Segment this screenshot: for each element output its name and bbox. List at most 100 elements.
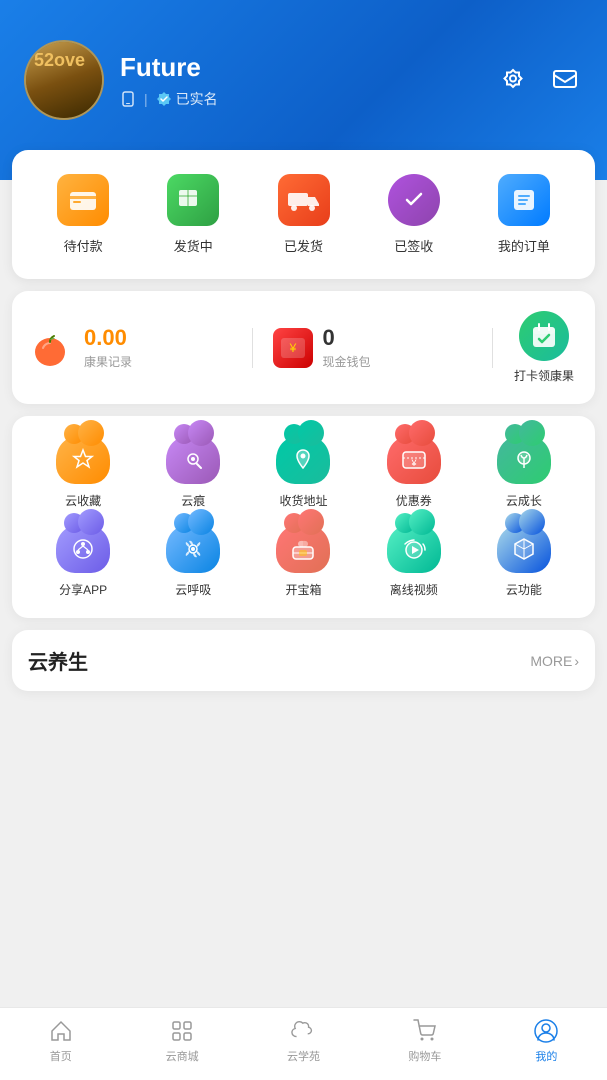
service-share-app[interactable]: 分享APP — [28, 525, 138, 598]
shipping-icon — [167, 174, 219, 226]
wallet-left[interactable]: 0.00 康果记录 — [28, 325, 232, 370]
shipping-address-label: 收货地址 — [279, 492, 327, 509]
shopping-cart-icon — [413, 1019, 437, 1043]
verified-icon — [156, 91, 172, 107]
service-offline-video[interactable]: 离线视频 — [359, 525, 469, 598]
cloud-function-icon — [497, 525, 551, 573]
yunyang-section: 云养生 MORE › — [12, 630, 595, 691]
treasure-icon — [290, 537, 316, 561]
plant-icon — [512, 448, 536, 472]
wallet-section: 0.00 康果记录 ¥ 0 现金钱包 打卡领康果 — [12, 291, 595, 404]
coupons-icon: ¥ — [387, 436, 441, 484]
message-icon — [551, 66, 579, 94]
fruit-value: 0.00 — [84, 325, 132, 351]
user-info: Future | 已实名 — [120, 52, 218, 109]
shipped-label: 已发货 — [284, 236, 323, 255]
share-app-icon — [56, 525, 110, 573]
verified-badge: 已实名 — [156, 89, 218, 109]
yunyang-more-button[interactable]: MORE › — [530, 653, 579, 669]
cash-label: 现金钱包 — [323, 353, 371, 370]
nav-item-cloud-garden[interactable]: 云学苑 — [243, 1018, 364, 1064]
coupons-label: 优惠券 — [396, 492, 432, 509]
order-item-shipped[interactable]: 已发货 — [248, 174, 358, 255]
share-app-label: 分享APP — [59, 581, 107, 598]
truck-icon — [287, 188, 321, 212]
offline-video-label: 离线视频 — [390, 581, 438, 598]
services-section: 云收藏 云痕 收货地址 — [12, 416, 595, 618]
cash-info: 0 现金钱包 — [323, 325, 371, 370]
cloud-nav-icon — [291, 1019, 317, 1043]
order-item-pending[interactable]: 待付款 — [28, 174, 138, 255]
offline-video-icon — [387, 525, 441, 573]
header-icons — [495, 62, 583, 98]
checkin-icon — [519, 311, 569, 361]
house-icon — [49, 1019, 73, 1043]
cloud-collect-icon — [56, 436, 110, 484]
myorders-icon — [498, 174, 550, 226]
order-item-shipping[interactable]: 发货中 — [138, 174, 248, 255]
nav-item-cart[interactable]: 购物车 — [364, 1018, 485, 1064]
open-box-icon — [276, 525, 330, 573]
shipped-icon — [278, 174, 330, 226]
device-icon — [120, 91, 136, 107]
wallet-right-divider — [492, 328, 493, 368]
person-circle-icon — [533, 1018, 559, 1044]
nav-item-mine[interactable]: 我的 — [486, 1018, 607, 1064]
service-shipping-address[interactable]: 收货地址 — [248, 436, 358, 509]
cloud-garden-nav-label: 云学苑 — [287, 1048, 320, 1064]
service-cloud-collect[interactable]: 云收藏 — [28, 436, 138, 509]
calendar-check-icon — [530, 322, 558, 350]
home-nav-label: 首页 — [50, 1048, 72, 1064]
order-item-myorders[interactable]: 我的订单 — [469, 174, 579, 255]
envelope-icon: ¥ — [281, 338, 305, 358]
user-badges: | 已实名 — [120, 89, 218, 109]
open-box-label: 开宝箱 — [285, 581, 321, 598]
cart-nav-label: 购物车 — [408, 1048, 441, 1064]
service-coupons[interactable]: ¥ 优惠券 — [359, 436, 469, 509]
yunyang-more-label: MORE — [530, 653, 572, 669]
order-item-signed[interactable]: 已签收 — [359, 174, 469, 255]
myorders-label: 我的订单 — [498, 236, 550, 255]
service-cloud-trace[interactable]: 云痕 — [138, 436, 248, 509]
service-open-box[interactable]: 开宝箱 — [248, 525, 358, 598]
yunyang-more-arrow: › — [574, 653, 579, 669]
cloud-shop-nav-label: 云商城 — [166, 1048, 199, 1064]
message-button[interactable] — [547, 62, 583, 98]
footprint-icon — [181, 448, 205, 472]
cloud-breath-label: 云呼吸 — [175, 581, 211, 598]
signed-label: 已签收 — [394, 236, 433, 255]
share-icon — [71, 537, 95, 561]
list-icon — [510, 186, 538, 214]
checkin-label: 打卡领康果 — [514, 367, 574, 384]
bottom-nav: 首页 云商城 云学苑 购物车 — [0, 1007, 607, 1080]
service-cloud-function[interactable]: 云功能 — [469, 525, 579, 598]
verified-text: 已实名 — [176, 89, 218, 109]
cloud-growth-label: 云成长 — [506, 492, 542, 509]
shipping-label: 发货中 — [174, 236, 213, 255]
cloud-growth-icon — [497, 436, 551, 484]
cash-envelope-icon: ¥ — [273, 328, 313, 368]
wallet-cash[interactable]: ¥ 0 现金钱包 — [273, 325, 477, 370]
cloud-collect-label: 云收藏 — [65, 492, 101, 509]
order-items: 待付款 发货中 已发货 — [28, 174, 579, 255]
service-cloud-growth[interactable]: 云成长 — [469, 436, 579, 509]
mine-icon — [533, 1018, 559, 1044]
svg-text:¥: ¥ — [288, 341, 296, 355]
checkin-button[interactable]: 打卡领康果 — [509, 311, 579, 384]
pending-payment-label: 待付款 — [64, 236, 103, 255]
star-icon — [71, 448, 95, 472]
settings-button[interactable] — [495, 62, 531, 98]
services-grid: 云收藏 云痕 收货地址 — [28, 436, 579, 598]
yunyang-title: 云养生 — [28, 646, 88, 675]
fruit-label: 康果记录 — [84, 353, 132, 370]
package-icon — [177, 188, 209, 212]
service-cloud-breath[interactable]: 云呼吸 — [138, 525, 248, 598]
nav-item-cloud-shop[interactable]: 云商城 — [121, 1018, 242, 1064]
grid-icon — [170, 1019, 194, 1043]
coupon-icon: ¥ — [402, 450, 426, 470]
check-icon — [400, 186, 428, 214]
nav-item-home[interactable]: 首页 — [0, 1018, 121, 1064]
fan-icon — [180, 538, 206, 560]
avatar[interactable]: 52ove — [24, 40, 104, 120]
cloud-trace-label: 云痕 — [181, 492, 205, 509]
